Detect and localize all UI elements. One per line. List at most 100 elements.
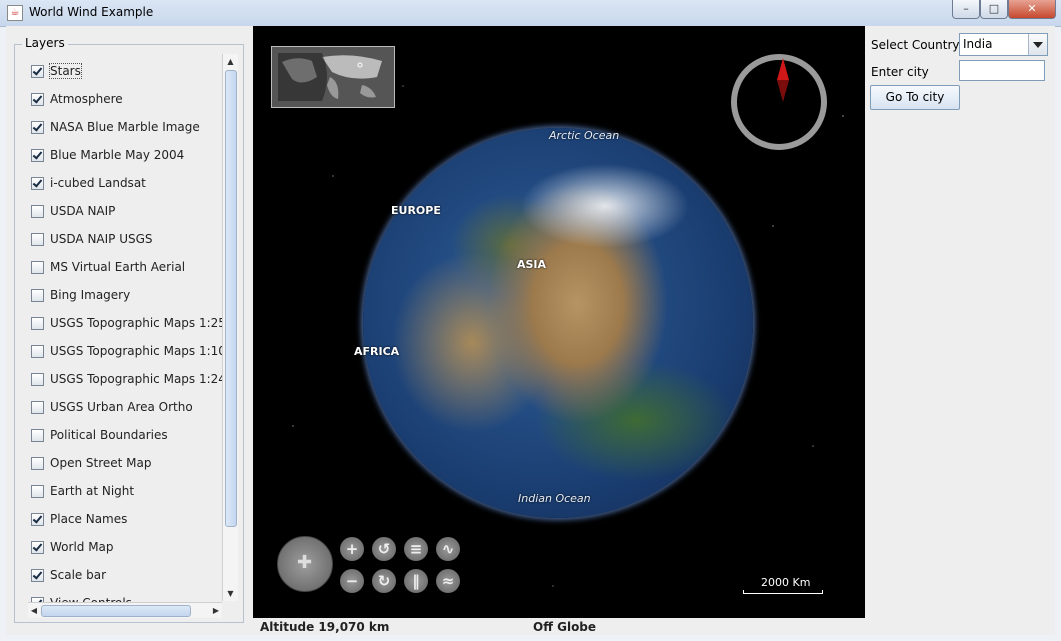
layer-checkbox[interactable] [31,232,44,246]
go-to-city-button[interactable]: Go To city [870,85,960,110]
layer-label: Earth at Night [50,484,135,498]
layer-item[interactable]: Atmosphere [28,89,222,109]
scale-bar-line [743,590,823,594]
layer-checkbox[interactable] [31,204,44,218]
layer-item[interactable]: USGS Topographic Maps 1:100 [28,341,222,361]
zoom-in-icon[interactable]: + [340,537,364,561]
close-button[interactable]: ✕ [1008,0,1056,19]
label-europe: EUROPE [391,204,441,217]
layer-label: USGS Urban Area Ortho [50,400,193,414]
scrollbar-thumb[interactable] [225,70,237,527]
scroll-down-icon[interactable]: ▼ [223,586,238,601]
layer-item[interactable]: USGS Topographic Maps 1:250 [28,313,222,333]
layer-label: MS Virtual Earth Aerial [50,260,186,274]
rotate-right-icon[interactable]: ↻ [372,569,396,593]
rotate-left-icon[interactable]: ↺ [372,537,396,561]
country-select[interactable]: India [959,33,1048,56]
layer-item[interactable]: NASA Blue Marble Image [28,117,222,137]
world-map-overview[interactable] [271,46,395,108]
tilt-up-icon[interactable]: ≡ [404,537,428,561]
window-titlebar: ☕ World Wind Example – □ ✕ [0,0,1061,27]
label-asia: ASIA [517,258,547,271]
layer-label: Scale bar [50,568,107,582]
layer-label: Bing Imagery [50,288,131,302]
scroll-up-icon[interactable]: ▲ [223,54,238,69]
tilt-down-icon[interactable]: ‖ [404,569,428,593]
zoom-out-icon[interactable]: − [340,569,364,593]
scroll-left-icon[interactable]: ◀ [28,603,40,618]
city-search-panel: Select Country India Enter city Go To ci… [865,26,1055,635]
hscrollbar-thumb[interactable] [41,605,191,617]
layers-vertical-scrollbar[interactable]: ▲ ▼ [222,54,238,601]
layer-item[interactable]: USDA NAIP USGS [28,229,222,249]
compass-south-needle [777,80,789,102]
layer-checkbox[interactable] [31,176,44,190]
compass-icon[interactable] [731,54,827,150]
scale-bar: 2000 Km [743,576,823,594]
altitude-readout: Altitude 19,070 km [260,620,390,634]
layers-horizontal-scrollbar[interactable]: ◀ ▶ [28,602,222,618]
world-wind-canvas[interactable]: Arctic Ocean EUROPE ASIA AFRICA Indian O… [253,26,865,618]
layer-checkbox[interactable] [31,428,44,442]
layer-item[interactable]: Earth at Night [28,481,222,501]
layer-item[interactable]: Blue Marble May 2004 [28,145,222,165]
layer-item[interactable]: USGS Topographic Maps 1:24K [28,369,222,389]
layer-checkbox[interactable] [31,120,44,134]
layer-item[interactable]: Place Names [28,509,222,529]
layer-label: USGS Topographic Maps 1:24K [50,372,222,386]
layer-checkbox[interactable] [31,92,44,106]
layer-item[interactable]: MS Virtual Earth Aerial [28,257,222,277]
layer-label: USDA NAIP USGS [50,232,153,246]
layer-label: i-cubed Landsat [50,176,146,190]
layer-checkbox[interactable] [31,288,44,302]
layer-checkbox[interactable] [31,484,44,498]
chevron-down-icon[interactable] [1028,34,1047,55]
enter-city-label: Enter city [871,65,929,79]
layer-checkbox[interactable] [31,344,44,358]
layer-item[interactable]: i-cubed Landsat [28,173,222,193]
minimize-button[interactable]: – [952,0,980,19]
world-map-icon [272,47,394,107]
scroll-right-icon[interactable]: ▶ [210,603,222,618]
layer-checkbox[interactable] [31,400,44,414]
layer-item[interactable]: Stars [28,61,222,81]
layer-item[interactable]: World Map [28,537,222,557]
layer-label: World Map [50,540,114,554]
layer-item[interactable]: Scale bar [28,565,222,585]
java-app-icon: ☕ [7,5,23,21]
status-bar: Altitude 19,070 km Off Globe [253,618,865,635]
label-indian-ocean: Indian Ocean [518,492,591,505]
layer-checkbox[interactable] [31,372,44,386]
layer-checkbox[interactable] [31,540,44,554]
maximize-button[interactable]: □ [980,0,1008,19]
pan-control-icon[interactable]: ✚ [277,536,333,592]
layer-label: Atmosphere [50,92,123,106]
position-readout: Off Globe [533,620,597,634]
country-select-value: India [963,37,993,51]
city-input[interactable] [959,60,1045,81]
layer-checkbox[interactable] [31,456,44,470]
layer-checkbox[interactable] [31,148,44,162]
layer-label: Open Street Map [50,456,152,470]
select-country-label: Select Country [871,38,960,52]
layer-item[interactable]: USGS Urban Area Ortho [28,397,222,417]
layer-checkbox[interactable] [31,568,44,582]
layer-item[interactable]: USDA NAIP [28,201,222,221]
layer-label: Place Names [50,512,128,526]
layer-item[interactable]: Political Boundaries [28,425,222,445]
earth-globe[interactable] [363,128,753,518]
layer-item[interactable]: Bing Imagery [28,285,222,305]
vertical-exaggeration-down-icon[interactable]: ≈ [436,569,460,593]
layer-label: NASA Blue Marble Image [50,120,200,134]
layer-checkbox[interactable] [31,316,44,330]
layer-label: Stars [49,63,82,79]
layer-checkbox[interactable] [31,64,44,78]
layers-panel-title: Layers [22,36,68,50]
layer-item[interactable]: Open Street Map [28,453,222,473]
vertical-exaggeration-up-icon[interactable]: ∿ [436,537,460,561]
layers-list: Stars Atmosphere NASA Blue Marble Image Blu… [28,56,222,604]
layer-checkbox[interactable] [31,512,44,526]
window-title: World Wind Example [29,5,154,19]
layer-label: USDA NAIP [50,204,116,218]
layer-checkbox[interactable] [31,260,44,274]
